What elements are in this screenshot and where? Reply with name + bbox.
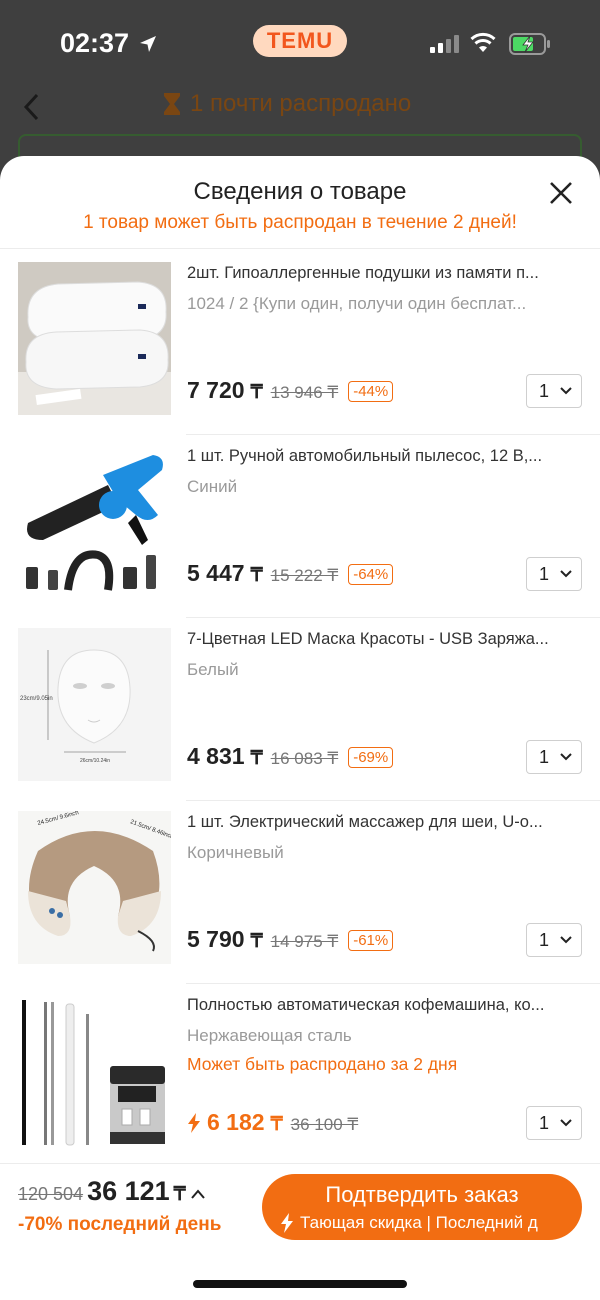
old-price: 36 100 ₸ xyxy=(290,1115,359,1134)
hourglass-icon xyxy=(164,93,180,115)
background-title-text: 1 почти распродано xyxy=(190,90,412,117)
lightning-icon xyxy=(188,1112,200,1133)
product-item[interactable]: 2шт. Гипоаллергенные подушки из памяти п… xyxy=(0,252,600,435)
total-currency: ₸ xyxy=(173,1184,186,1205)
discount-badge: -69% xyxy=(348,747,394,768)
quantity-select[interactable]: 1 xyxy=(526,740,582,774)
sheet-title: Сведения о товаре xyxy=(193,178,407,205)
product-title[interactable]: Полностью автоматическая кофемашина, ко.… xyxy=(187,996,582,1015)
currency-sign: ₸ xyxy=(270,1114,283,1135)
wifi-icon xyxy=(470,32,496,52)
price-row: 5 790 ₸ 14 975 ₸ -61% xyxy=(187,926,394,953)
chevron-down-icon xyxy=(560,936,572,944)
old-price: 16 083 ₸ xyxy=(270,749,339,768)
old-price: 15 222 ₸ xyxy=(270,566,339,585)
cellular-signal-icon xyxy=(430,35,459,53)
quantity-select[interactable]: 1 xyxy=(526,923,582,957)
old-price: 14 975 ₸ xyxy=(270,932,339,951)
home-indicator[interactable] xyxy=(193,1280,407,1288)
quantity-value: 1 xyxy=(539,929,550,950)
neck-massager-image: 24.5cm/ 9.6inch 21.5cm/ 8.46inch xyxy=(18,811,171,964)
mask-width-label: 26cm/10.24in xyxy=(80,758,110,764)
product-variant: Нержавеющая сталь xyxy=(187,1026,352,1045)
vacuum-image xyxy=(18,445,171,598)
location-arrow-icon xyxy=(140,36,156,52)
app-badge: TEMU xyxy=(253,25,347,57)
discount-badge: -64% xyxy=(348,564,394,585)
chevron-up-icon[interactable] xyxy=(190,1188,206,1200)
product-title[interactable]: 2шт. Гипоаллергенные подушки из памяти п… xyxy=(187,264,582,283)
chevron-down-icon xyxy=(560,1119,572,1127)
lightning-icon xyxy=(281,1213,293,1233)
background-title: 1 почти распродано xyxy=(162,90,411,118)
price-row: 5 447 ₸ 15 222 ₸ -64% xyxy=(187,560,394,587)
currency-sign: ₸ xyxy=(250,565,263,586)
price-row: 7 720 ₸ 13 946 ₸ -44% xyxy=(187,377,394,404)
product-item[interactable]: Полностью автоматическая кофемашина, ко.… xyxy=(0,984,600,1167)
product-image-led-mask[interactable]: 23cm/9.05in 26cm/10.24in xyxy=(18,628,171,781)
quantity-value: 1 xyxy=(539,563,550,584)
quantity-value: 1 xyxy=(539,380,550,401)
product-item[interactable]: 1 шт. Ручной автомобильный пылесос, 12 В… xyxy=(0,435,600,618)
app-badge-label: TEMU xyxy=(266,28,334,53)
pillows-image xyxy=(18,262,171,415)
product-variant: 1024 / 2 {Купи один, получи один бесплат… xyxy=(187,294,527,313)
chevron-down-icon xyxy=(560,570,572,578)
close-icon[interactable] xyxy=(546,178,576,208)
checkout-bar: 120 504 36 121 ₸ -70% последний день Под… xyxy=(0,1163,600,1300)
price-row: 4 831 ₸ 16 083 ₸ -69% xyxy=(187,743,394,770)
price-row: 6 182 ₸ 36 100 ₸ xyxy=(187,1109,358,1136)
product-title[interactable]: 1 шт. Ручной автомобильный пылесос, 12 В… xyxy=(187,447,582,466)
mask-height-label: 23cm/9.05in xyxy=(20,696,53,702)
status-bar: 02:37 TEMU xyxy=(0,0,600,88)
product-title[interactable]: 1 шт. Электрический массажер для шеи, U-… xyxy=(187,813,582,832)
chevron-down-icon xyxy=(560,753,572,761)
currency-sign: ₸ xyxy=(250,931,263,952)
product-image-neck-massager[interactable]: 24.5cm/ 9.6inch 21.5cm/ 8.46inch xyxy=(18,811,171,964)
stock-warning: Может быть распродано за 2 дня xyxy=(187,1054,458,1074)
confirm-order-sublabel: Тающая скидка | Последний д xyxy=(280,1213,538,1233)
product-variant: Белый xyxy=(187,660,239,679)
battery-charging-icon xyxy=(509,33,550,55)
product-image-vacuum[interactable] xyxy=(18,445,171,598)
confirm-order-sub-text: Тающая скидка | Последний д xyxy=(300,1213,538,1232)
savings-note: -70% последний день xyxy=(18,1214,222,1235)
product-title[interactable]: 7-Цветная LED Маска Красоты - USB Заряжа… xyxy=(187,630,582,649)
led-mask-image: 23cm/9.05in 26cm/10.24in xyxy=(18,628,171,781)
divider xyxy=(0,248,600,249)
product-list: 2шт. Гипоаллергенные подушки из памяти п… xyxy=(0,252,600,1167)
quantity-value: 1 xyxy=(539,1112,550,1133)
product-item[interactable]: 23cm/9.05in 26cm/10.24in 7-Цветная LED М… xyxy=(0,618,600,801)
price: 5 447 xyxy=(187,560,245,586)
status-time: 02:37 xyxy=(60,28,130,58)
total-new: 36 121 xyxy=(87,1176,170,1206)
product-variant: Коричневый xyxy=(187,843,284,862)
product-variant: Синий xyxy=(187,477,238,496)
price: 5 790 xyxy=(187,926,245,952)
confirm-order-label: Подтвердить заказ xyxy=(325,1182,519,1207)
quantity-select[interactable]: 1 xyxy=(526,557,582,591)
currency-sign: ₸ xyxy=(250,748,263,769)
quantity-select[interactable]: 1 xyxy=(526,374,582,408)
total-old: 120 504 xyxy=(18,1184,84,1204)
quantity-select[interactable]: 1 xyxy=(526,1106,582,1140)
chevron-down-icon xyxy=(560,387,572,395)
product-image-coffee-machine[interactable] xyxy=(18,994,171,1147)
discount-badge: -44% xyxy=(348,381,394,402)
price: 6 182 xyxy=(207,1109,265,1135)
sheet-subtitle: 1 товар может быть распродан в течение 2… xyxy=(83,212,517,233)
price: 4 831 xyxy=(187,743,245,769)
confirm-order-button[interactable]: Подтвердить заказ Тающая скидка | Послед… xyxy=(262,1174,582,1240)
product-details-sheet: Сведения о товаре 1 товар может быть рас… xyxy=(0,156,600,1300)
order-total[interactable]: 120 504 36 121 ₸ xyxy=(18,1176,206,1207)
back-chevron-icon[interactable] xyxy=(22,92,42,122)
currency-sign: ₸ xyxy=(250,382,263,403)
coffee-machine-image xyxy=(18,994,171,1147)
discount-badge: -61% xyxy=(348,930,394,951)
product-item[interactable]: 24.5cm/ 9.6inch 21.5cm/ 8.46inch 1 шт. Э… xyxy=(0,801,600,984)
product-image-pillows[interactable] xyxy=(18,262,171,415)
quantity-value: 1 xyxy=(539,746,550,767)
old-price: 13 946 ₸ xyxy=(270,383,339,402)
price: 7 720 xyxy=(187,377,245,403)
